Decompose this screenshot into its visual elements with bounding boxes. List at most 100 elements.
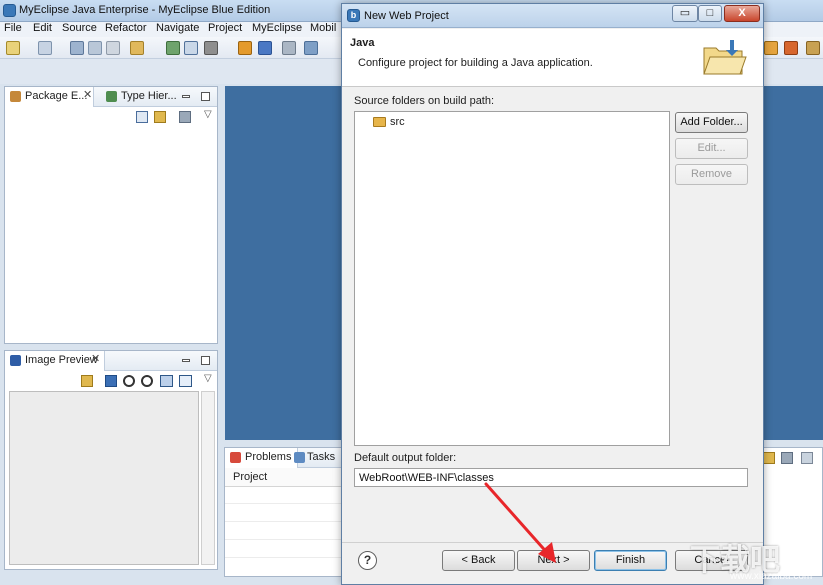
tab-tasks[interactable]: Tasks [289,448,341,468]
add-folder-button[interactable]: Add Folder... [675,112,748,133]
maximize-icon[interactable] [201,356,210,365]
editor-area [225,86,345,440]
deploy-icon[interactable] [130,41,144,55]
close-icon[interactable]: ✕ [91,352,100,365]
list-item[interactable]: src [373,115,405,131]
toggle-icon[interactable] [184,41,198,55]
default-output-folder-field[interactable]: WebRoot\WEB-INF\classes [354,468,748,487]
tab-type-hierarchy-label: Type Hier... [121,90,177,102]
launch-icon[interactable] [784,41,798,55]
tab-image-preview[interactable]: Image Preview ✕ [5,351,105,371]
image-preview-canvas [9,391,199,565]
menu-mobile[interactable]: Mobil [310,22,336,34]
menu-source[interactable]: Source [62,22,97,34]
minimize-icon[interactable] [182,359,190,362]
package-icon[interactable] [764,41,778,55]
view-menu-chevron-icon[interactable]: ▽ [204,373,212,384]
edit-button[interactable]: Edit... [675,138,748,159]
menu-navigate[interactable]: Navigate [156,22,199,34]
row-divider [225,521,343,522]
image-preview-view: Image Preview ✕ ▽ [4,350,218,570]
collapse-all-icon[interactable] [136,111,148,123]
menu-refactor[interactable]: Refactor [105,22,147,34]
tab-package-explorer[interactable]: Package E... ✕ [5,87,95,107]
view-tab-bar: Package E... ✕ Type Hier... [5,87,217,107]
tab-problems[interactable]: Problems [225,448,299,468]
hammer-icon[interactable] [204,41,218,55]
row-divider [225,503,343,504]
tab-package-explorer-label: Package E... [25,90,88,102]
filter-icon[interactable] [781,452,793,464]
settings-icon[interactable] [801,452,813,464]
maximize-window-button[interactable]: □ [698,5,722,22]
dialog-title: New Web Project [364,10,449,22]
save-icon[interactable] [70,41,84,55]
menu-myeclipse[interactable]: MyEclipse [252,22,302,34]
new-icon[interactable] [6,41,20,55]
link-editor-icon[interactable] [154,111,166,123]
minimize-window-button[interactable]: ▭ [672,5,698,22]
new-wizard-icon[interactable] [38,41,52,55]
minimize-icon[interactable] [182,95,190,98]
back-button[interactable]: < Back [442,550,515,571]
tasks-icon [294,452,305,463]
default-output-folder-label: Default output folder: [354,452,457,464]
overflow-icon[interactable] [806,41,820,55]
link-icon[interactable] [81,375,93,387]
print-icon[interactable] [106,41,120,55]
right-panel-area [760,86,823,440]
help-button[interactable]: ? [358,551,377,570]
view-tab-bar: Image Preview ✕ [5,351,217,371]
database-icon[interactable] [282,41,296,55]
source-folders-list[interactable]: src [354,111,670,446]
finish-button[interactable]: Finish [594,550,667,571]
cube-blue-icon[interactable] [258,41,272,55]
fit-page-icon[interactable] [179,375,192,387]
remove-button[interactable]: Remove [675,164,748,185]
next-button[interactable]: Next > [517,550,590,571]
tab-tasks-label: Tasks [307,451,336,463]
watermark-url: www.xiazaiba.com [730,571,813,582]
menu-file[interactable]: File [4,22,22,34]
dialog-title-bar: b New Web Project ▭ □ X [342,4,763,28]
tab-problems-label: Problems [245,451,292,463]
problems-icon [230,452,241,463]
problems-column-header[interactable]: Project [225,468,343,487]
source-folder-name: src [390,116,405,128]
wizard-header: Java Configure project for building a Ja… [342,29,763,87]
package-explorer-icon [10,91,21,102]
cube-orange-icon[interactable] [238,41,252,55]
menu-project[interactable]: Project [208,22,242,34]
run-icon[interactable] [304,41,318,55]
save-all-icon[interactable] [88,41,102,55]
row-divider [225,557,343,558]
image-icon[interactable] [105,375,117,387]
wizard-page-description: Configure project for building a Java ap… [358,57,593,69]
close-icon[interactable]: ✕ [83,88,92,101]
new-web-project-dialog: b New Web Project ▭ □ X Java Configure p… [341,3,764,585]
row-divider [225,539,343,540]
zoom-out-icon[interactable] [123,375,135,387]
close-window-button[interactable]: X [724,5,760,22]
view-menu-chevron-icon[interactable]: ▽ [204,109,212,120]
fit-width-icon[interactable] [160,375,173,387]
background-window-title: MyEclipse Java Enterprise - MyEclipse Bl… [19,4,271,16]
package-explorer-view: Package E... ✕ Type Hier... ▽ [4,86,218,344]
server-icon[interactable] [166,41,180,55]
open-folder-icon [703,40,747,75]
source-folder-icon [373,117,386,127]
maximize-icon[interactable] [201,92,210,101]
type-hierarchy-icon [106,91,117,102]
vertical-scrollbar[interactable] [201,391,215,565]
myeclipse-dialog-icon: b [347,9,360,22]
source-folders-label: Source folders on build path: [354,95,495,107]
myeclipse-app-icon [3,4,16,17]
zoom-in-icon[interactable] [141,375,153,387]
view-menu-filter-icon[interactable] [179,111,191,123]
tab-type-hierarchy[interactable]: Type Hier... [101,87,183,107]
menu-edit[interactable]: Edit [33,22,52,34]
open-icon[interactable] [763,452,775,464]
tab-image-preview-label: Image Preview [25,354,98,366]
view-tab-bar: Problems Tasks [225,448,343,468]
problems-view: Problems Tasks Project [224,447,344,577]
